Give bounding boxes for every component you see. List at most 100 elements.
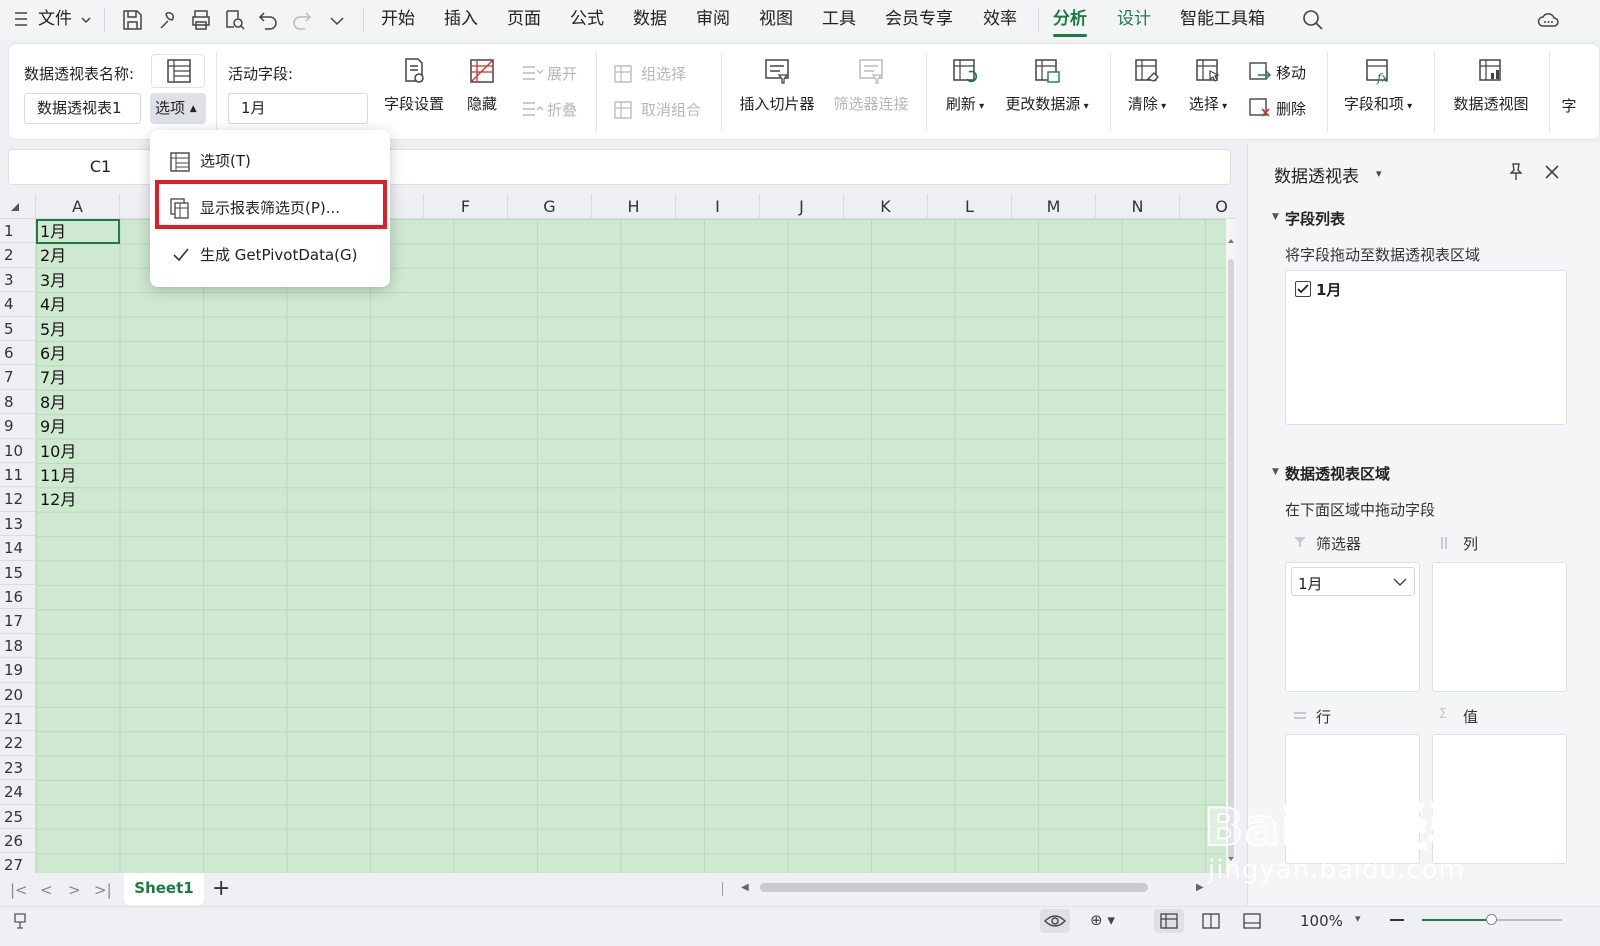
tab-view[interactable]: 视图 — [759, 0, 793, 40]
row-header[interactable]: 24 — [0, 780, 36, 805]
filter-area-box[interactable]: 1月 — [1285, 562, 1420, 692]
change-source-button[interactable]: 更改数据源 ▾ — [1000, 57, 1094, 114]
tab-review[interactable]: 审阅 — [696, 0, 730, 40]
page-break-view-icon[interactable] — [1199, 911, 1223, 931]
save-icon[interactable] — [120, 8, 144, 32]
column-header[interactable]: A — [36, 194, 120, 219]
row-header[interactable]: 12 — [0, 487, 36, 512]
fields-items-button[interactable]: fx 字段和项 ▾ — [1336, 57, 1420, 114]
quick-access-more-icon[interactable] — [325, 8, 349, 32]
column-header[interactable]: M — [1012, 194, 1096, 219]
options-dropdown-button[interactable]: 选项 ▲ — [150, 93, 206, 124]
menu-item-options[interactable]: 选项(T) — [150, 144, 390, 178]
cell-a1[interactable]: 1月 — [40, 219, 66, 243]
zoom-out-icon[interactable] — [1390, 919, 1404, 921]
field-checkbox[interactable] — [1295, 281, 1311, 297]
file-menu[interactable]: 文件 — [38, 0, 72, 40]
add-sheet-icon[interactable]: + — [212, 876, 230, 901]
cell-a9[interactable]: 9月 — [40, 414, 66, 438]
cell-a4[interactable]: 4月 — [40, 292, 66, 316]
active-field-input[interactable]: 1月 — [228, 93, 368, 124]
row-header[interactable]: 17 — [0, 609, 36, 634]
normal-view-icon[interactable] — [1154, 909, 1184, 933]
pivot-options-icon[interactable] — [151, 54, 205, 88]
column-header[interactable]: I — [676, 194, 760, 219]
horizontal-scroll-thumb[interactable] — [760, 883, 1148, 892]
column-header[interactable]: J — [760, 194, 844, 219]
formula-input[interactable] — [386, 149, 1231, 185]
move-button[interactable]: 移动 — [1248, 60, 1318, 86]
tab-member[interactable]: 会员专享 — [885, 0, 953, 40]
cell-a8[interactable]: 8月 — [40, 390, 66, 414]
zoom-slider-handle[interactable] — [1486, 914, 1497, 925]
macro-record-icon[interactable] — [12, 911, 34, 931]
column-header[interactable]: N — [1096, 194, 1180, 219]
areas-header[interactable]: 数据透视表区域 — [1285, 463, 1390, 484]
refresh-button[interactable]: 刷新 ▾ — [937, 57, 993, 114]
first-sheet-icon[interactable]: |< — [10, 881, 28, 899]
row-header[interactable]: 22 — [0, 731, 36, 756]
tab-home[interactable]: 开始 — [381, 0, 415, 40]
clear-button[interactable]: 清除 ▾ — [1121, 57, 1173, 114]
collapse-triangle-icon[interactable]: ▼ — [1272, 467, 1279, 477]
row-header[interactable]: 18 — [0, 634, 36, 659]
redo-icon[interactable] — [290, 8, 314, 32]
column-area-box[interactable] — [1432, 562, 1567, 692]
tab-smart-toolbox[interactable]: 智能工具箱 — [1180, 0, 1265, 40]
filter-connection-button[interactable]: 筛选器连接 — [827, 57, 915, 114]
cell-a2[interactable]: 2月 — [40, 243, 66, 267]
reading-view-icon[interactable] — [1240, 911, 1264, 931]
select-button[interactable]: 选择 ▾ — [1182, 57, 1234, 114]
cell-a3[interactable]: 3月 — [40, 268, 66, 292]
cloud-icon[interactable] — [1536, 8, 1560, 32]
column-header[interactable]: L — [928, 194, 1012, 219]
column-header[interactable]: F — [424, 194, 508, 219]
cell-area[interactable] — [36, 219, 1226, 873]
hide-button[interactable]: 隐藏 — [459, 57, 505, 114]
group-select-button[interactable]: 组选择 — [613, 62, 713, 86]
row-header[interactable]: 14 — [0, 536, 36, 561]
row-header[interactable]: 6 — [0, 341, 36, 366]
row-header[interactable]: 10 — [0, 439, 36, 463]
vertical-scrollbar[interactable] — [1226, 219, 1236, 873]
delete-button[interactable]: 删除 — [1248, 96, 1318, 122]
pivot-chart-button[interactable]: 数据透视图 — [1446, 57, 1536, 114]
pane-title[interactable]: 数据透视表 — [1274, 162, 1359, 187]
chevron-down-icon[interactable] — [80, 14, 92, 26]
tab-insert[interactable]: 插入 — [444, 0, 478, 40]
ribbon-overflow-button[interactable]: 字 — [1559, 95, 1579, 116]
scroll-down-icon[interactable] — [1227, 855, 1235, 863]
row-header[interactable]: 20 — [0, 683, 36, 707]
select-all-corner[interactable] — [0, 194, 36, 219]
undo-icon[interactable] — [256, 8, 280, 32]
row-header[interactable]: 4 — [0, 292, 36, 317]
zoom-dropdown-icon[interactable]: ▾ — [1355, 912, 1361, 925]
expand-button[interactable]: 展开 — [521, 62, 591, 86]
scroll-left-icon[interactable]: ◀ — [741, 882, 749, 893]
row-header[interactable]: 8 — [0, 390, 36, 415]
scroll-up-icon[interactable] — [1227, 237, 1235, 245]
row-header[interactable]: 3 — [0, 268, 36, 293]
tab-page[interactable]: 页面 — [507, 0, 541, 40]
row-header[interactable]: 15 — [0, 561, 36, 585]
pin-icon[interactable] — [1506, 162, 1526, 182]
prev-sheet-icon[interactable]: < — [40, 881, 53, 899]
tab-efficiency[interactable]: 效率 — [983, 0, 1017, 40]
next-sheet-icon[interactable]: > — [68, 881, 81, 899]
row-header[interactable]: 19 — [0, 658, 36, 683]
insert-slicer-button[interactable]: 插入切片器 — [733, 57, 821, 114]
row-header[interactable]: 2 — [0, 243, 36, 268]
format-painter-icon[interactable] — [155, 8, 179, 32]
row-header[interactable]: 21 — [0, 707, 36, 732]
chevron-down-icon[interactable] — [1392, 575, 1408, 589]
field-settings-button[interactable]: 字段设置 — [381, 57, 447, 114]
row-header[interactable]: 25 — [0, 805, 36, 829]
filter-field-chip[interactable]: 1月 — [1291, 567, 1415, 596]
column-header[interactable]: H — [592, 194, 676, 219]
column-header[interactable]: G — [508, 194, 592, 219]
eye-protection-icon[interactable] — [1040, 909, 1070, 933]
row-header[interactable]: 16 — [0, 585, 36, 610]
row-header[interactable]: 23 — [0, 756, 36, 781]
pane-title-chevron-icon[interactable]: ▾ — [1376, 167, 1382, 180]
row-area-box[interactable] — [1285, 734, 1420, 864]
